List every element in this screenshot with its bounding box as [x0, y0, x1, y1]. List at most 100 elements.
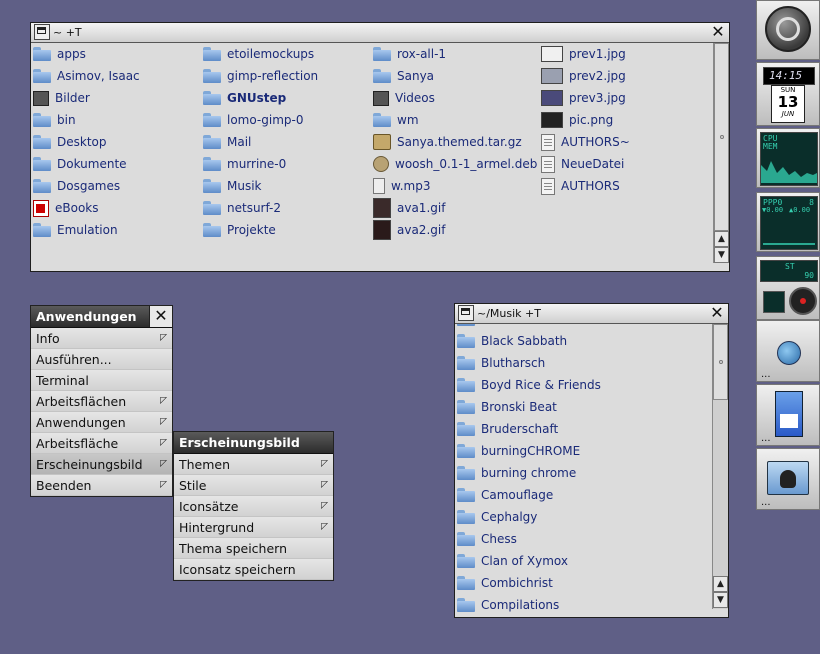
file-item[interactable]: apps: [33, 43, 86, 65]
file-item[interactable]: Emulation: [33, 219, 118, 241]
music-folder-item[interactable]: Clan of Xymox: [457, 550, 568, 572]
file-item[interactable]: Sanya: [373, 65, 434, 87]
dock-tile-mixer[interactable]: ST 90: [756, 256, 820, 320]
menu-item[interactable]: Anwendungen ◸: [31, 412, 172, 433]
dock-tile-main[interactable]: [756, 0, 820, 60]
file-item[interactable]: Dokumente: [33, 153, 127, 175]
scrollbar-thumb[interactable]: [713, 324, 728, 400]
text-file-icon: [541, 155, 555, 173]
file-item[interactable]: prev1.jpg: [541, 43, 626, 65]
menu-title[interactable]: Anwendungen ✕: [31, 306, 172, 328]
file-item[interactable]: Musik: [203, 175, 262, 197]
dock-tile-network[interactable]: PPP0 8 ▼0.00 ▲0.00: [756, 192, 820, 252]
music-folder-item[interactable]: Bronski Beat: [457, 396, 557, 418]
file-item[interactable]: Sanya.themed.tar.gz: [373, 131, 522, 153]
music-folder-item[interactable]: Black Sabbath: [457, 330, 567, 352]
submenu-title[interactable]: Erscheinungsbild: [174, 432, 333, 454]
title-bar[interactable]: ~/Musik +T ✕: [455, 304, 728, 324]
minimize-button[interactable]: [458, 305, 474, 321]
dock-tile-file-manager[interactable]: ...: [756, 448, 820, 510]
dock-tile-mt-app[interactable]: ...: [756, 384, 820, 446]
file-item[interactable]: wm: [373, 109, 419, 131]
file-item[interactable]: prev2.jpg: [541, 65, 626, 87]
file-item[interactable]: netsurf-2: [203, 197, 281, 219]
scroll-up-button[interactable]: ▲: [713, 576, 728, 592]
file-item[interactable]: NeueDatei: [541, 153, 624, 175]
scroll-up-button[interactable]: ▲: [714, 231, 729, 247]
menu-item[interactable]: Beenden ◸: [31, 475, 172, 496]
file-item[interactable]: woosh_0.1-1_armel.deb: [373, 153, 537, 175]
menu-item[interactable]: Terminal: [31, 370, 172, 391]
file-item[interactable]: GNUstep: [203, 87, 286, 109]
file-item[interactable]: Projekte: [203, 219, 276, 241]
music-folder-label: Cephalgy: [481, 510, 538, 524]
folder-icon: [33, 113, 51, 127]
dock-tile-cpu[interactable]: CPU MEM: [756, 128, 820, 188]
menu-item[interactable]: Info ◸: [31, 328, 172, 349]
file-item[interactable]: bin: [33, 109, 76, 131]
file-item[interactable]: murrine-0: [203, 153, 286, 175]
file-item[interactable]: Videos: [373, 87, 435, 109]
file-item[interactable]: pic.png: [541, 109, 613, 131]
minimize-button[interactable]: [34, 24, 50, 40]
dock-tile-network-app[interactable]: ...: [756, 320, 820, 382]
calendar-date: 13: [777, 93, 799, 111]
menu-item[interactable]: Iconsätze ◸: [174, 496, 333, 517]
music-folder-item[interactable]: Camouflage: [457, 484, 553, 506]
mixer-value: 90: [804, 271, 814, 280]
file-item[interactable]: prev3.jpg: [541, 87, 626, 109]
folder-icon: [457, 356, 475, 370]
file-item[interactable]: gimp-reflection: [203, 65, 318, 87]
music-folder-item[interactable]: Blutharsch: [457, 352, 545, 374]
menu-item[interactable]: Hintergrund ◸: [174, 517, 333, 538]
file-item[interactable]: Asimov, Isaac: [33, 65, 140, 87]
menu-item[interactable]: Arbeitsfläche ◸: [31, 433, 172, 454]
file-item[interactable]: Desktop: [33, 131, 107, 153]
file-item[interactable]: etoilemockups: [203, 43, 314, 65]
music-folder-item[interactable]: Cephalgy: [457, 506, 537, 528]
file-item[interactable]: ava1.gif: [373, 197, 445, 219]
music-folder-item[interactable]: Combichrist: [457, 572, 553, 594]
file-item[interactable]: w.mp3: [373, 175, 430, 197]
file-item[interactable]: AUTHORS: [541, 175, 620, 197]
menu-item[interactable]: Themen ◸: [174, 454, 333, 475]
menu-item-label: Iconsatz speichern: [179, 562, 296, 577]
menu-item[interactable]: Arbeitsflächen ◸: [31, 391, 172, 412]
menu-item[interactable]: Thema speichern: [174, 538, 333, 559]
mixer-slider[interactable]: [763, 291, 785, 313]
file-item[interactable]: AUTHORS~: [541, 131, 630, 153]
scroll-down-button[interactable]: ▼: [714, 247, 729, 263]
file-item[interactable]: Bilder: [33, 87, 90, 109]
vertical-scrollbar[interactable]: ▲ ▼: [713, 43, 729, 263]
volume-knob-icon[interactable]: [789, 287, 817, 315]
music-folder-item[interactable]: Bruderschaft: [457, 418, 558, 440]
file-item[interactable]: Mail: [203, 131, 251, 153]
file-item[interactable]: rox-all-1: [373, 43, 446, 65]
file-item-label: lomo-gimp-0: [227, 113, 304, 127]
menu-item[interactable]: Erscheinungsbild ◸: [31, 454, 172, 475]
scrollbar-thumb[interactable]: [714, 43, 729, 231]
title-bar[interactable]: ~ +T ✕: [31, 23, 729, 43]
music-folder-item[interactable]: burning chrome: [457, 462, 576, 484]
close-button[interactable]: ✕: [709, 305, 725, 321]
music-folder-item[interactable]: Chess: [457, 528, 517, 550]
file-item[interactable]: eBooks: [33, 197, 99, 219]
music-folder-item[interactable]: burningCHROME: [457, 440, 580, 462]
menu-item[interactable]: Ausführen...: [31, 349, 172, 370]
dock-tile-clock[interactable]: 14:15 SUN 13 JUN: [756, 62, 820, 126]
folder-icon: [373, 47, 391, 61]
menu-item-label: Ausführen...: [36, 352, 112, 367]
close-button[interactable]: ✕: [710, 24, 726, 40]
file-item[interactable]: Dosgames: [33, 175, 120, 197]
music-folder-item[interactable]: Compilations: [457, 594, 559, 612]
net-in: ▼0.00: [762, 206, 784, 214]
vertical-scrollbar[interactable]: ▲ ▼: [712, 324, 728, 609]
menu-close-button[interactable]: ✕: [149, 306, 172, 327]
menu-item[interactable]: Stile ◸: [174, 475, 333, 496]
scroll-down-button[interactable]: ▼: [713, 592, 728, 608]
file-item[interactable]: ava2.gif: [373, 219, 445, 241]
file-item[interactable]: lomo-gimp-0: [203, 109, 303, 131]
music-folder-item[interactable]: Boyd Rice & Friends: [457, 374, 601, 396]
menu-item[interactable]: Iconsatz speichern: [174, 559, 333, 580]
file-item-label: w.mp3: [391, 179, 431, 193]
